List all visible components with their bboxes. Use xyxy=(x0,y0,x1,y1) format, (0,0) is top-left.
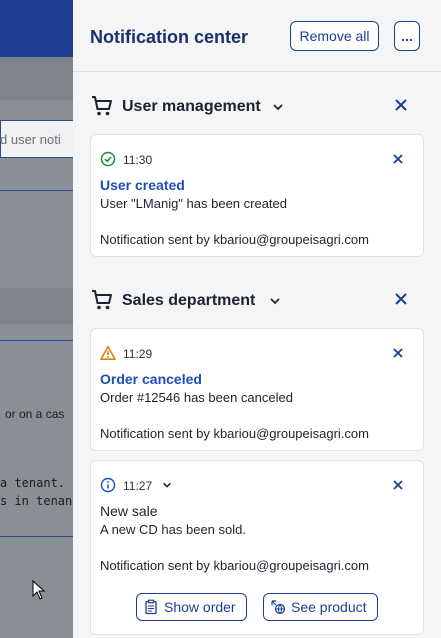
remove-all-button[interactable]: Remove all xyxy=(290,21,379,51)
clipboard-icon xyxy=(145,599,157,615)
notification-body: User "LManig" has been created xyxy=(100,196,288,211)
notification-center-panel: Notification center Remove all ... User … xyxy=(73,0,441,638)
group-title: User management xyxy=(122,98,261,115)
background-input-text: d user noti xyxy=(0,132,61,147)
notification-sender: Notification sent by kbariou@groupeisagr… xyxy=(100,558,369,573)
notification-sender: Notification sent by kbariou@groupeisagr… xyxy=(100,426,369,441)
close-group-icon[interactable] xyxy=(393,291,409,307)
close-icon[interactable] xyxy=(391,478,405,492)
notification-body: A new CD has been sold. xyxy=(100,522,246,537)
group-header-user-management[interactable]: User management xyxy=(73,91,441,121)
see-product-button[interactable]: See product xyxy=(263,593,378,621)
background-code-text: s in tenan xyxy=(0,494,73,508)
close-icon[interactable] xyxy=(391,152,405,166)
notification-body: Order #12546 has been canceled xyxy=(100,390,293,405)
close-group-icon[interactable] xyxy=(393,97,409,113)
notification-title[interactable]: User created xyxy=(100,177,185,193)
panel-header: Notification center Remove all ... xyxy=(73,0,441,72)
group-header-sales-department[interactable]: Sales department xyxy=(73,285,441,315)
info-icon xyxy=(100,477,116,493)
more-options-button[interactable]: ... xyxy=(394,21,420,51)
notification-card: 11:29 Order canceled Order #12546 has be… xyxy=(90,328,424,451)
notification-time: 11:27 xyxy=(123,479,153,493)
show-order-label: Show order xyxy=(164,599,236,615)
warning-icon xyxy=(100,346,116,360)
chevron-down-icon[interactable] xyxy=(272,101,284,113)
background-code-text: a tenant. xyxy=(0,476,66,490)
success-check-icon xyxy=(100,151,116,167)
notification-card: 11:27 New sale A new CD has been sold. N… xyxy=(90,460,424,635)
see-product-label: See product xyxy=(291,599,367,615)
notification-time: 11:30 xyxy=(123,153,153,167)
cart-icon xyxy=(92,96,112,116)
notification-title[interactable]: New sale xyxy=(100,503,158,519)
group-title: Sales department xyxy=(122,292,256,309)
notification-sender: Notification sent by kbariou@groupeisagr… xyxy=(100,232,369,247)
show-order-button[interactable]: Show order xyxy=(136,593,247,621)
mouse-cursor-icon xyxy=(32,580,46,600)
external-globe-icon xyxy=(271,600,286,615)
cart-icon xyxy=(92,290,112,310)
close-icon[interactable] xyxy=(391,346,405,360)
notification-time: 11:29 xyxy=(123,347,153,361)
panel-title: Notification center xyxy=(90,27,249,47)
notification-title[interactable]: Order canceled xyxy=(100,371,202,387)
notification-card: 11:30 User created User "LManig" has bee… xyxy=(90,134,424,257)
background-text: or on a cas xyxy=(5,407,65,421)
chevron-down-icon[interactable] xyxy=(162,480,172,490)
chevron-down-icon[interactable] xyxy=(269,295,281,307)
